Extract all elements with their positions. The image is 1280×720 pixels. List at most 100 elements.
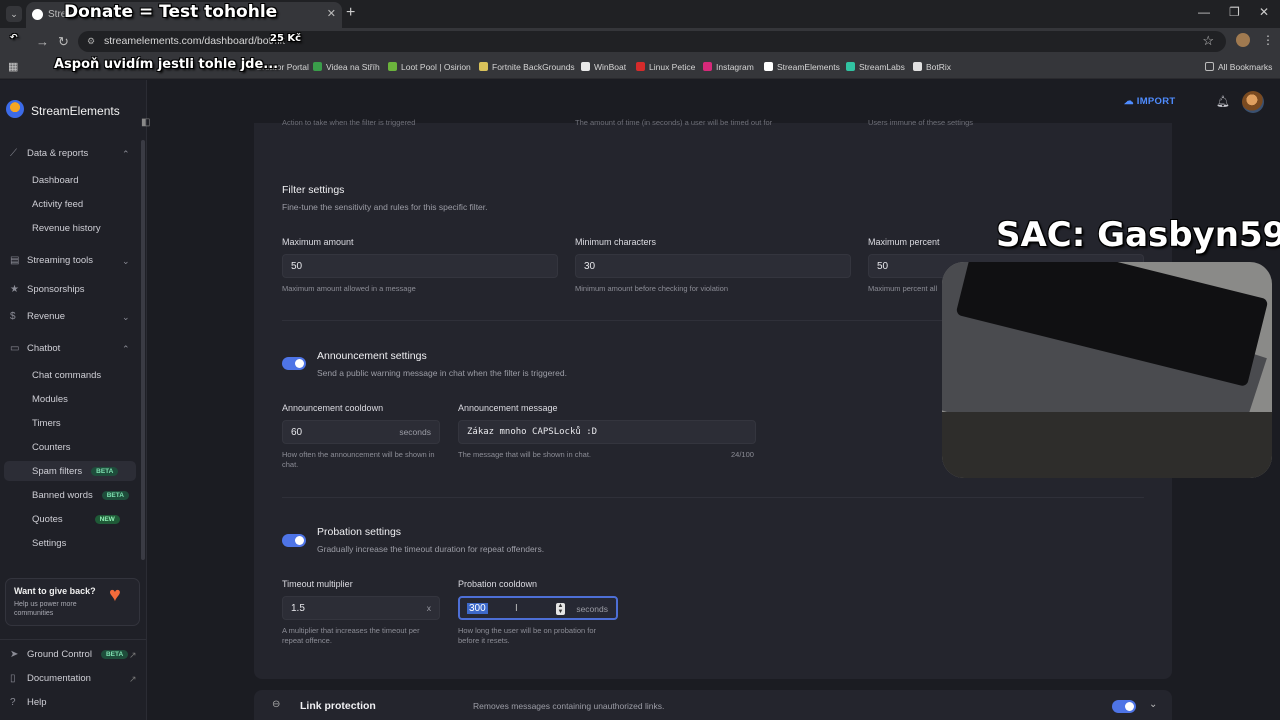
donation-message-overlay: Aspoň uvidím jestli tohle jde... [54, 57, 279, 72]
tab-search-button[interactable]: ⌄ [6, 6, 22, 22]
streamelements-icon [764, 62, 773, 71]
announcement-cooldown-label: Announcement cooldown [282, 403, 384, 413]
rocket-icon: ➤ [10, 649, 19, 660]
sidebar-item-chat-commands[interactable]: Chat commands [32, 370, 101, 381]
footer-ground-control[interactable]: ➤ Ground Control BETA [10, 649, 129, 660]
max-amount-input[interactable]: 50 [282, 254, 558, 278]
winboat-icon [581, 62, 590, 71]
streamlabs-icon [846, 62, 855, 71]
sidebar-scrollbar[interactable] [141, 140, 145, 560]
sidebar-item-counters[interactable]: Counters [32, 442, 71, 453]
close-tab-icon[interactable]: ✕ [327, 7, 336, 20]
beta-badge: BETA [100, 650, 129, 659]
timeout-multiplier-label: Timeout multiplier [282, 579, 353, 589]
link-protection-row[interactable]: ⊖ Link protection Removes messages conta… [254, 690, 1172, 720]
probation-cooldown-input[interactable]: 300 I ▲ ▼ seconds [458, 596, 618, 620]
sidebar-item-dashboard[interactable]: Dashboard [32, 175, 78, 186]
botrix-icon [913, 62, 922, 71]
bookmark-streamelements[interactable]: StreamElements [764, 62, 840, 72]
min-characters-help: Minimum amount before checking for viola… [575, 284, 728, 293]
sidebar-item-activity-feed[interactable]: Activity feed [32, 199, 83, 210]
new-tab-icon[interactable]: + [346, 4, 355, 22]
brand-name[interactable]: StreamElements [31, 104, 120, 118]
max-amount-label: Maximum amount [282, 237, 354, 247]
link-protection-title: Link protection [300, 700, 376, 712]
user-avatar[interactable] [1242, 91, 1264, 113]
nav-group-sponsorships[interactable]: ★ Sponsorships [10, 284, 85, 295]
chevron-down-icon[interactable]: ⌄ [1149, 699, 1157, 710]
all-bookmarks[interactable]: All Bookmarks [1205, 62, 1272, 72]
streamelements-logo-icon[interactable] [6, 100, 24, 118]
sidebar-collapse-icon[interactable]: ◧ [141, 117, 150, 128]
beta-badge: BETA [91, 467, 119, 476]
probation-toggle[interactable] [282, 534, 306, 547]
bookmark-streamlabs[interactable]: StreamLabs [846, 62, 905, 72]
sidebar-item-revenue-history[interactable]: Revenue history [32, 223, 101, 234]
bookmark-instagram[interactable]: Instagram [703, 62, 754, 72]
max-percent-help: Maximum percent all [868, 284, 938, 293]
link-protection-toggle[interactable] [1112, 700, 1136, 713]
tools-icon: ▤ [10, 255, 20, 266]
bookmark-linux-petice[interactable]: Linux Petice [636, 62, 695, 72]
sidebar-divider [0, 639, 146, 640]
bookmark-botrix[interactable]: BotRix [913, 62, 951, 72]
filter-settings-title: Filter settings [282, 184, 345, 196]
nav-group-streaming-tools[interactable]: ▤ Streaming tools [10, 255, 93, 266]
external-link-icon: ↗ [129, 650, 137, 660]
bookmark-videa[interactable]: Videa na Stříh [313, 62, 380, 72]
sidebar-item-spam-filters[interactable]: Spam filters BETA [32, 466, 119, 477]
sidebar-item-timers[interactable]: Timers [32, 418, 61, 429]
import-button[interactable]: ☁ IMPORT [1124, 96, 1176, 107]
site-info-icon[interactable]: ⚙ [87, 36, 95, 47]
maximize-icon[interactable]: ❐ [1229, 5, 1240, 19]
profile-avatar-icon[interactable] [1236, 33, 1250, 47]
sidebar: StreamElements ◧ ⟋ Data & reports ⌃ Dashb… [0, 80, 150, 720]
document-icon: ▯ [10, 673, 16, 684]
url-text: streamelements.com/dashboard/bot/filt [104, 35, 285, 47]
nav-group-data-reports[interactable]: ⟋ Data & reports [10, 148, 88, 159]
heart-icon: ♥ [109, 584, 121, 606]
chat-icon: ▭ [10, 343, 20, 354]
immune-hint: Users immune of these settings [868, 118, 974, 127]
bookmark-star-icon[interactable]: ☆ [1202, 33, 1214, 49]
link-protection-description: Removes messages containing unauthorized… [473, 701, 665, 711]
multiplier-suffix: x [426, 603, 431, 613]
browser-menu-icon[interactable]: ⋮ [1262, 33, 1274, 47]
cloud-upload-icon: ☁ [1124, 96, 1137, 107]
nav-group-chatbot[interactable]: ▭ Chatbot [10, 343, 60, 354]
minimize-icon[interactable]: — [1198, 5, 1210, 19]
chevron-up-icon[interactable]: ⌃ [122, 344, 130, 355]
give-back-title: Want to give back? [14, 586, 96, 596]
number-stepper-icon[interactable]: ▲ ▼ [556, 603, 565, 615]
sidebar-item-banned-words[interactable]: Banned words BETA [32, 490, 129, 501]
close-window-icon[interactable]: ✕ [1259, 5, 1269, 19]
bookmark-winboat[interactable]: WinBoat [581, 62, 626, 72]
announcement-message-input[interactable]: Zákaz mnoho CAPSLocků :D [458, 420, 756, 444]
apps-grid-icon[interactable]: ▦ [8, 60, 18, 73]
chevron-down-icon[interactable]: ⌄ [122, 256, 130, 267]
notifications-bell-icon[interactable]: 🔔︎ [1216, 95, 1230, 108]
announcement-cooldown-input[interactable]: 60 seconds [282, 420, 440, 444]
reload-icon[interactable]: ↻ [58, 34, 69, 50]
bookmark-fortnite[interactable]: Fortnite BackGrounds [479, 62, 575, 72]
give-back-card[interactable]: Want to give back? Help us power more co… [5, 578, 140, 626]
url-field[interactable]: ⚙ streamelements.com/dashboard/bot/filt … [78, 31, 1226, 52]
chevron-down-icon[interactable]: ⌄ [122, 312, 130, 323]
chevron-up-icon[interactable]: ⌃ [122, 149, 130, 160]
dollar-icon: $ [10, 311, 16, 322]
min-characters-input[interactable]: 30 [575, 254, 851, 278]
selected-value: 300 [467, 603, 488, 614]
sidebar-item-quotes[interactable]: Quotes NEW [32, 514, 120, 525]
footer-help[interactable]: ? Help [10, 697, 47, 708]
announcement-toggle[interactable] [282, 357, 306, 370]
bookmark-loot-pool[interactable]: Loot Pool | Osirion [388, 62, 471, 72]
sidebar-item-modules[interactable]: Modules [32, 394, 68, 405]
seconds-suffix: seconds [399, 427, 431, 437]
forward-icon[interactable]: → [36, 34, 49, 49]
text-cursor-icon: I [515, 603, 518, 614]
footer-documentation[interactable]: ▯ Documentation [10, 673, 91, 684]
sidebar-item-settings[interactable]: Settings [32, 538, 66, 549]
nav-group-revenue[interactable]: $ Revenue [10, 311, 65, 322]
help-icon: ? [10, 697, 16, 708]
timeout-multiplier-input[interactable]: 1.5 x [282, 596, 440, 620]
